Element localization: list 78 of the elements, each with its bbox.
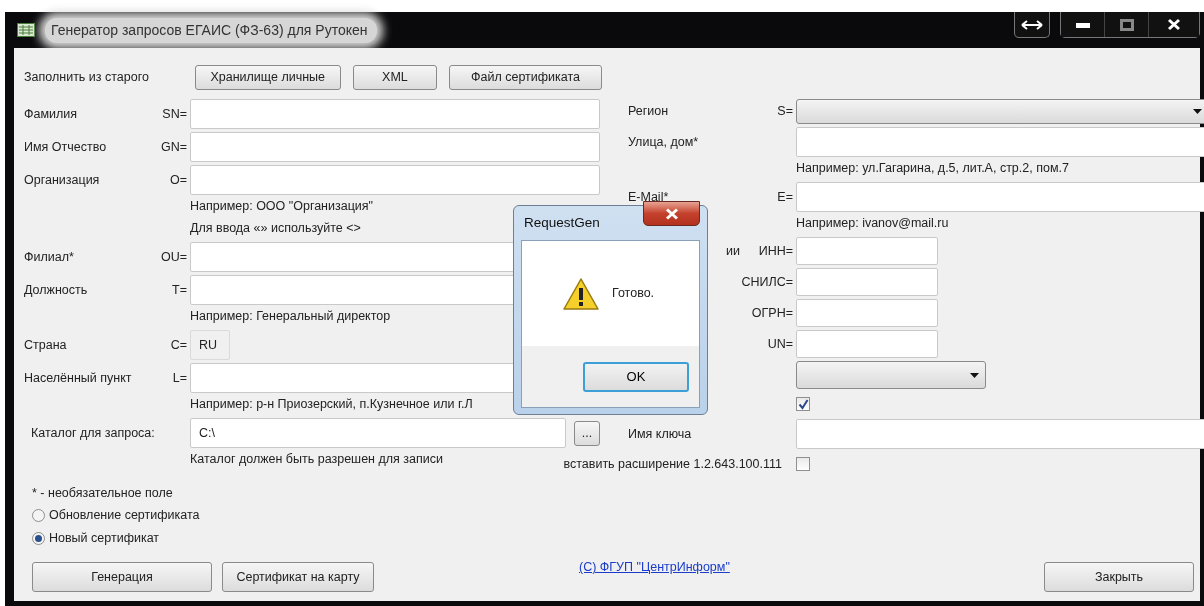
fill-button[interactable]: Файл сертификата (449, 64, 602, 90)
field-prefix: ИНН= (757, 242, 794, 260)
close-button[interactable] (643, 201, 700, 226)
radio-option[interactable]: Обновление сертификата (32, 504, 200, 527)
field-prefix: E= (776, 188, 794, 206)
field-label: Каталог для запроса: (30, 424, 156, 442)
resize-icon[interactable] (1014, 12, 1050, 38)
field-label: Населённый пункт (24, 369, 133, 387)
field-label: ии (726, 242, 740, 260)
checkbox[interactable] (796, 457, 810, 471)
text-field[interactable] (796, 237, 938, 265)
fill-button[interactable]: XML (352, 64, 437, 90)
field-label: E-Mail* (628, 188, 669, 206)
field-label: Заполнить из старого (24, 68, 150, 86)
fill-button[interactable]: Хранилище личные (194, 64, 341, 90)
field-prefix: S= (776, 103, 794, 121)
close-button[interactable] (1149, 12, 1199, 37)
action-button[interactable]: Сертификат на карту (222, 562, 374, 592)
text-field[interactable] (796, 330, 938, 358)
maximize-icon (1119, 18, 1134, 31)
text-field[interactable] (190, 132, 600, 162)
text-field[interactable] (796, 127, 1204, 157)
field-label: Страна (24, 336, 68, 354)
hint-text: Например: р-н Приозерский, п.Кузнечное или г.Л (190, 395, 473, 413)
note-text: * - необязательное поле (32, 484, 173, 502)
dropdown[interactable] (796, 361, 986, 389)
dialog-title: RequestGen (523, 213, 600, 232)
close-icon (1167, 18, 1181, 31)
hint-text: Например: ул.Гагарина, д.5, лит.А, стр.2, пом.7 (796, 159, 1069, 177)
field-label: Улица, дом* (628, 133, 699, 151)
hint-text: Например: Генеральный директор (190, 307, 391, 325)
maximize-button[interactable] (1105, 12, 1149, 37)
text-field[interactable] (190, 99, 600, 129)
field-label: Должность (24, 281, 89, 299)
warning-icon (562, 276, 600, 311)
field-prefix: GN= (159, 138, 188, 156)
radio-option[interactable]: Новый сертификат (32, 527, 160, 550)
footer-link[interactable]: (C) ФГУП "ЦентрИнформ" (579, 558, 730, 577)
checkbox-label: вставить расширение 1.2.643.100.111 (563, 455, 782, 473)
text-field[interactable] (190, 165, 600, 195)
dialog-message: Готово. (612, 285, 655, 303)
field-prefix: O= (168, 171, 188, 189)
field-label: Регион (628, 103, 669, 121)
text-field[interactable] (796, 299, 938, 327)
text-field[interactable] (796, 419, 1204, 449)
browse-button[interactable]: ... (574, 420, 600, 446)
close-dialog-button[interactable]: Закрыть (1044, 562, 1194, 592)
hint-text: Для ввода «» используйте <> (190, 219, 361, 237)
field-prefix: UN= (766, 335, 794, 353)
window-title: Генератор запросов ЕГАИС (ФЗ-63) для Рутокен (45, 17, 378, 43)
action-button[interactable]: Генерация (32, 562, 212, 592)
field-prefix: ОГРН= (750, 304, 794, 322)
hint-text: Например: ООО "Организация" (190, 197, 374, 215)
field-prefix: OU= (159, 248, 188, 266)
field-label: Фамилия (24, 105, 79, 123)
minimize-icon (1075, 21, 1090, 28)
field-prefix: СНИЛС= (740, 273, 794, 291)
hint-text: Например: ivanov@mail.ru (796, 214, 949, 232)
dropdown[interactable] (796, 99, 1204, 124)
field-label: Имя ключа (628, 425, 692, 443)
minimize-button[interactable] (1061, 12, 1105, 37)
field-prefix: L= (171, 369, 188, 387)
field-label: Имя Отчество (24, 138, 108, 156)
text-field[interactable] (796, 182, 1204, 212)
app-icon (17, 23, 35, 37)
close-icon (664, 207, 679, 220)
field-label: Организация (24, 171, 101, 189)
checkbox[interactable] (796, 397, 810, 411)
text-field[interactable]: C:\ (190, 418, 566, 448)
caret-icon (1193, 109, 1202, 114)
ok-button[interactable]: OK (583, 361, 689, 392)
text-field[interactable] (796, 268, 938, 296)
field-prefix: T= (171, 281, 188, 299)
hint-text: Каталог должен быть разрешен для записи (190, 450, 443, 468)
field-prefix: C= (169, 336, 188, 354)
field-prefix: SN= (161, 105, 188, 123)
field-label: Филиал* (24, 248, 75, 266)
caret-icon (970, 372, 979, 378)
